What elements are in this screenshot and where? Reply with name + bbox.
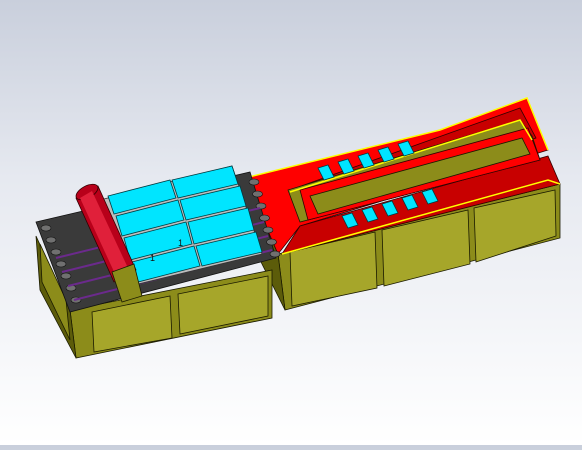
cad-viewport: 1 1 [0, 0, 582, 445]
u-conveyor-section [244, 97, 561, 311]
panel-label: 1 [150, 253, 155, 263]
conveyor-roller [40, 224, 52, 232]
laminating-table-section: 1 1 [35, 165, 281, 359]
conveyor-roller [262, 226, 274, 234]
panel-label: 1 [178, 238, 183, 248]
conveyor-roller [45, 236, 57, 244]
conveyor-roller [266, 238, 277, 246]
table-cabinet-panel-2 [177, 275, 269, 335]
conveyor-roller [60, 272, 72, 280]
conveyor-roller [248, 178, 260, 186]
conveyor-roller [55, 260, 67, 268]
conveyor-roller [269, 250, 281, 258]
machine-assembly-drawing: 1 1 [35, 97, 561, 359]
conveyor-roller [50, 248, 62, 256]
conveyor-roller [259, 214, 270, 222]
conveyor-roller [252, 190, 263, 198]
